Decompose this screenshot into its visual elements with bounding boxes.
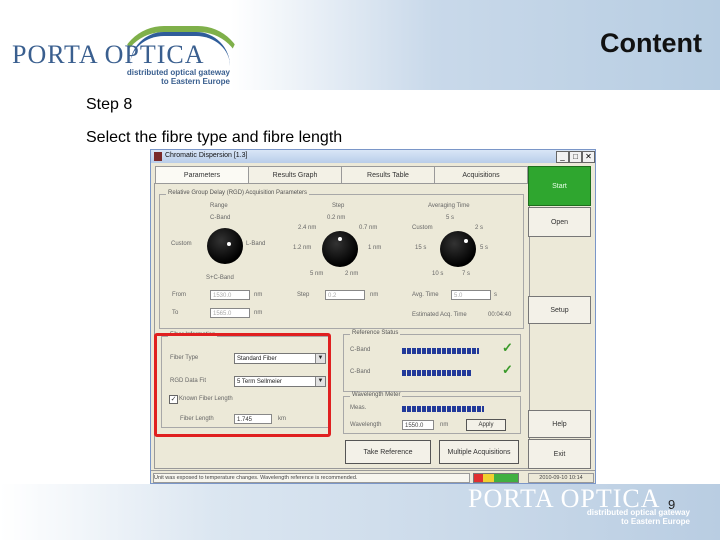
avg-option-left: 15 s bbox=[415, 245, 427, 251]
range-knob[interactable] bbox=[207, 228, 243, 264]
range-option-top: C-Band bbox=[210, 215, 231, 221]
avg-option-tr: 2 s bbox=[475, 225, 484, 231]
tab-results-table[interactable]: Results Table bbox=[341, 166, 435, 184]
status-message: Unit was exposed to temperature changes.… bbox=[153, 473, 470, 483]
from-label: From bbox=[172, 292, 186, 298]
step-option-top: 0.2 nm bbox=[327, 215, 346, 221]
setup-button[interactable]: Setup bbox=[528, 296, 591, 324]
slide-header: PORTA OPTICA distributed optical gateway… bbox=[0, 0, 720, 90]
wavelength-meter-group: Wavelength Meter Meas. Wavelength 1550.0… bbox=[343, 392, 521, 434]
porta-optica-logo: PORTA OPTICA distributed optical gateway… bbox=[8, 22, 244, 86]
range-knob-indicator bbox=[227, 242, 231, 246]
to-label: To bbox=[172, 310, 179, 316]
reference-status-label: Reference Status bbox=[350, 330, 401, 336]
avg-option-bl: 10 s bbox=[432, 271, 444, 277]
apply-button[interactable]: Apply bbox=[466, 419, 506, 431]
avg-time-field[interactable]: 5.0 bbox=[451, 290, 491, 300]
status-bar: Unit was exposed to temperature changes.… bbox=[151, 470, 595, 483]
status-indicator bbox=[473, 473, 519, 483]
reference-2-label: C-Band bbox=[350, 369, 371, 375]
step-option-right: 1 nm bbox=[368, 245, 382, 251]
tab-parameters[interactable]: Parameters bbox=[155, 166, 249, 184]
tab-acquisitions[interactable]: Acquisitions bbox=[434, 166, 528, 184]
reference-status-group: Reference Status C-Band ✓ C-Band ✓ bbox=[343, 330, 521, 392]
from-unit: nm bbox=[254, 292, 263, 298]
instruction-text: Select the fibre type and fibre length bbox=[86, 129, 343, 146]
estimated-time-label: Estimated Acq. Time bbox=[412, 312, 467, 318]
averaging-time-knob[interactable] bbox=[440, 231, 476, 267]
slide-footer: PORTA OPTICA distributed optical gateway… bbox=[0, 484, 720, 540]
avg-option-right: 5 s bbox=[480, 245, 489, 251]
tab-results-graph[interactable]: Results Graph bbox=[248, 166, 342, 184]
range-option-right: L-Band bbox=[246, 241, 266, 247]
avg-option-top: 5 s bbox=[446, 215, 455, 221]
highlight-box bbox=[154, 333, 331, 437]
to-unit: nm bbox=[254, 310, 263, 316]
reference-1-bar bbox=[402, 348, 479, 354]
help-button[interactable]: Help bbox=[528, 410, 591, 438]
step-option-br: 2 nm bbox=[345, 271, 359, 277]
wavelength-field[interactable]: 1550.0 bbox=[402, 420, 434, 430]
meas-bar bbox=[402, 406, 484, 412]
step-label: Step bbox=[332, 203, 345, 209]
avg-time-unit: s bbox=[494, 292, 497, 298]
step-heading: Step 8 bbox=[86, 96, 133, 113]
app-icon bbox=[154, 152, 162, 161]
footer-tagline-line2: to Eastern Europe bbox=[621, 517, 690, 526]
acquisition-parameters-group: Relative Group Delay (RGD) Acquisition P… bbox=[159, 190, 524, 329]
avg-time-label: Avg. Time bbox=[412, 292, 439, 298]
step-knob-indicator bbox=[338, 237, 342, 241]
step-option-left: 1.2 nm bbox=[293, 245, 312, 251]
averaging-time-label: Averaging Time bbox=[428, 203, 470, 209]
step-field[interactable]: 0.2 bbox=[325, 290, 365, 300]
range-option-bottom: S+C-Band bbox=[206, 275, 234, 281]
wavelength-label: Wavelength bbox=[350, 422, 382, 428]
logo-tagline-line1: distributed optical gateway bbox=[126, 68, 230, 77]
step-knob[interactable] bbox=[322, 231, 358, 267]
window-title: Chromatic Dispersion [1.3] bbox=[165, 152, 248, 159]
avg-option-tl: Custom bbox=[412, 225, 433, 231]
from-field[interactable]: 1530.0 bbox=[210, 290, 250, 300]
step-field-label: Step bbox=[297, 292, 310, 298]
avg-option-br: 7 s bbox=[462, 271, 471, 277]
acquisition-group-label: Relative Group Delay (RGD) Acquisition P… bbox=[166, 190, 310, 196]
wavelength-meter-label: Wavelength Meter bbox=[350, 392, 403, 398]
reference-2-bar bbox=[402, 370, 471, 376]
checkmark-icon: ✓ bbox=[502, 340, 513, 355]
wavelength-unit: nm bbox=[440, 422, 449, 428]
estimated-time-value: 00:04:40 bbox=[488, 312, 512, 318]
checkmark-icon: ✓ bbox=[502, 362, 513, 377]
avg-knob-indicator bbox=[464, 239, 468, 243]
step-option-tl: 2.4 nm bbox=[298, 225, 317, 231]
maximize-button[interactable]: □ bbox=[569, 151, 582, 163]
logo-tagline-line2: to Eastern Europe bbox=[161, 77, 230, 86]
window-titlebar: Chromatic Dispersion [1.3] _ □ ✕ bbox=[151, 150, 595, 163]
close-button[interactable]: ✕ bbox=[582, 151, 595, 163]
to-field[interactable]: 1565.0 bbox=[210, 308, 250, 318]
minimize-button[interactable]: _ bbox=[556, 151, 569, 163]
reference-1-label: C-Band bbox=[350, 347, 371, 353]
step-field-unit: nm bbox=[370, 292, 379, 298]
meas-label: Meas. bbox=[350, 405, 367, 411]
logo-text: PORTA OPTICA bbox=[12, 40, 205, 69]
exit-button[interactable]: Exit bbox=[528, 439, 591, 469]
multiple-acquisitions-button[interactable]: Multiple Acquisitions bbox=[439, 440, 519, 464]
logo-tagline: distributed optical gateway to Eastern E… bbox=[120, 68, 230, 86]
status-timestamp: 2010-09-10 10:14 bbox=[528, 473, 594, 483]
open-button[interactable]: Open bbox=[528, 207, 591, 237]
take-reference-button[interactable]: Take Reference bbox=[345, 440, 431, 464]
page-number: 9 bbox=[668, 497, 676, 512]
step-option-tr: 0.7 nm bbox=[359, 225, 378, 231]
slide-title: Content bbox=[600, 28, 702, 58]
range-label: Range bbox=[210, 203, 228, 209]
step-option-bl: 5 nm bbox=[310, 271, 324, 277]
start-button[interactable]: Start bbox=[528, 166, 591, 206]
range-option-left: Custom bbox=[171, 241, 192, 247]
